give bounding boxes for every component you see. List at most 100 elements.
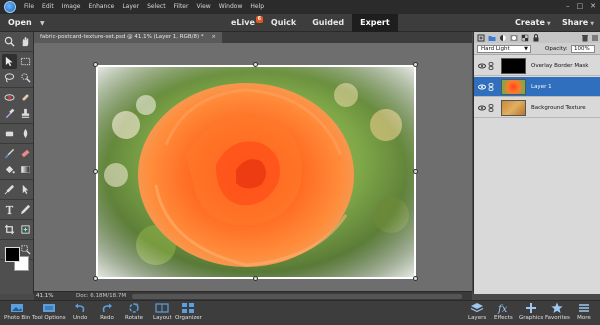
menu-image[interactable]: Image <box>62 0 81 14</box>
transform-handle-top-left[interactable] <box>93 62 98 67</box>
transform-handle-bottom[interactable] <box>253 276 258 281</box>
menu-enhance[interactable]: Enhance <box>88 0 114 14</box>
delete-layer-button[interactable] <box>581 34 589 42</box>
menu-help[interactable]: Help <box>250 0 264 14</box>
custom-shape-tool[interactable] <box>18 182 33 197</box>
menu-edit[interactable]: Edit <box>42 0 54 14</box>
mode-expert[interactable]: Expert <box>352 14 398 32</box>
visibility-eye-icon[interactable] <box>478 62 486 70</box>
link-icon[interactable] <box>488 83 494 91</box>
close-window-button[interactable]: ✕ <box>590 2 596 11</box>
menu-icon <box>592 35 598 41</box>
add-mask-button[interactable] <box>510 34 518 42</box>
transform-handle-left[interactable] <box>93 169 98 174</box>
transform-handle-bottom-right[interactable] <box>413 276 418 281</box>
link-icon[interactable] <box>488 104 494 112</box>
lock-all-button[interactable] <box>532 33 540 42</box>
lock-transparent-button[interactable] <box>521 34 529 42</box>
mode-elive[interactable]: eLive 6 <box>223 14 263 32</box>
menu-layer[interactable]: Layer <box>122 0 139 14</box>
layer-row[interactable]: Overlay Border Mask <box>474 56 600 76</box>
undo-button[interactable]: Undo <box>73 302 87 323</box>
crop-tool[interactable] <box>2 222 17 237</box>
recompose-tool[interactable] <box>18 222 33 237</box>
transform-handle-right[interactable] <box>413 169 418 174</box>
marquee-tool[interactable] <box>18 54 33 69</box>
menu-window[interactable]: Window <box>219 0 243 14</box>
text-tool[interactable] <box>2 202 17 217</box>
rose-photo[interactable] <box>96 65 416 279</box>
bottom-bar: Photo Bin Tool Options Undo Redo Rotate … <box>0 300 600 325</box>
move-tool[interactable] <box>2 54 17 69</box>
menu-select[interactable]: Select <box>147 0 166 14</box>
foreground-color-swatch[interactable] <box>5 247 20 262</box>
photoshop-elements-window: File Edit Image Enhance Layer Select Fil… <box>0 0 600 325</box>
gradient-tool[interactable] <box>18 162 33 177</box>
minimize-button[interactable]: – <box>566 2 570 11</box>
new-group-button[interactable] <box>488 34 496 42</box>
panel-menu-button[interactable] <box>591 34 599 42</box>
chevron-down-icon[interactable]: ▼ <box>40 17 45 31</box>
quick-selection-tool[interactable] <box>18 70 33 85</box>
organizer-button[interactable]: Organizer <box>175 302 202 323</box>
redo-button[interactable]: Redo <box>100 302 114 323</box>
horizontal-scrollbar[interactable] <box>132 294 462 299</box>
favorites-panel-button[interactable]: Favorites <box>545 302 570 323</box>
create-button[interactable]: Create ▼ <box>515 14 551 33</box>
document-tab[interactable]: fabric-postcard-texture-set.psd @ 41.1% … <box>34 32 223 43</box>
eraser-tool[interactable] <box>18 146 33 161</box>
pencil-tool[interactable] <box>18 202 33 217</box>
spot-healing-tool[interactable] <box>18 90 33 105</box>
mode-quick[interactable]: Quick <box>263 14 304 32</box>
lock-icon <box>533 33 539 41</box>
clone-stamp-tool[interactable] <box>18 106 33 121</box>
transform-handle-bottom-left[interactable] <box>93 276 98 281</box>
open-button[interactable]: Open <box>8 16 32 30</box>
transform-handle-top[interactable] <box>253 62 258 67</box>
adjustment-layer-button[interactable] <box>499 34 507 42</box>
menu-file[interactable]: File <box>24 0 34 14</box>
lasso-tool[interactable] <box>2 70 17 85</box>
close-icon[interactable]: × <box>211 34 216 40</box>
share-button[interactable]: Share ▼ <box>562 14 594 33</box>
photo-bin-button[interactable]: Photo Bin <box>4 302 30 323</box>
layer-row[interactable]: Background Texture <box>474 98 600 118</box>
paint-bucket-tool[interactable] <box>2 162 17 177</box>
transform-handle-top-right[interactable] <box>413 62 418 67</box>
chevron-down-icon: ▼ <box>524 46 528 52</box>
tool-options-button[interactable]: Tool Options <box>32 302 66 323</box>
tool-options-label: Tool Options <box>32 315 66 321</box>
smart-brush-tool[interactable] <box>2 106 17 121</box>
layers-panel-button[interactable]: Layers <box>468 302 486 323</box>
mode-guided[interactable]: Guided <box>304 14 352 32</box>
zoom-tool[interactable] <box>2 34 17 49</box>
color-swatches[interactable] <box>5 247 31 273</box>
sponge-tool[interactable] <box>2 126 17 141</box>
link-icon[interactable] <box>488 62 494 70</box>
blend-mode-select[interactable]: Hard Light ▼ <box>477 45 531 53</box>
blur-tool[interactable] <box>18 126 33 141</box>
menu-view[interactable]: View <box>196 0 210 14</box>
visibility-eye-icon[interactable] <box>478 83 486 91</box>
rotate-button[interactable]: Rotate <box>125 302 143 323</box>
new-layer-button[interactable] <box>477 34 485 42</box>
hand-tool[interactable] <box>18 34 33 49</box>
layer-row-selected[interactable]: Layer 1 <box>474 77 600 97</box>
quick-selection-icon <box>21 73 31 83</box>
maximize-button[interactable]: □ <box>577 2 584 11</box>
opacity-value: 100% <box>574 46 590 52</box>
more-panel-button[interactable]: More <box>577 302 591 323</box>
canvas-area[interactable] <box>34 43 472 291</box>
graphics-panel-button[interactable]: Graphics <box>519 302 543 323</box>
folder-icon <box>488 35 496 41</box>
layout-button[interactable]: Layout <box>153 302 172 323</box>
new-layer-icon <box>477 34 485 41</box>
paint-bucket-icon <box>5 165 15 174</box>
brush-tool[interactable] <box>2 146 17 161</box>
opacity-input[interactable]: 100% <box>571 45 595 53</box>
visibility-eye-icon[interactable] <box>478 104 486 112</box>
eye-tool[interactable] <box>2 90 17 105</box>
effects-panel-button[interactable]: fx Effects <box>494 302 513 323</box>
menu-filter[interactable]: Filter <box>174 0 189 14</box>
eyedropper-tool[interactable] <box>2 182 17 197</box>
